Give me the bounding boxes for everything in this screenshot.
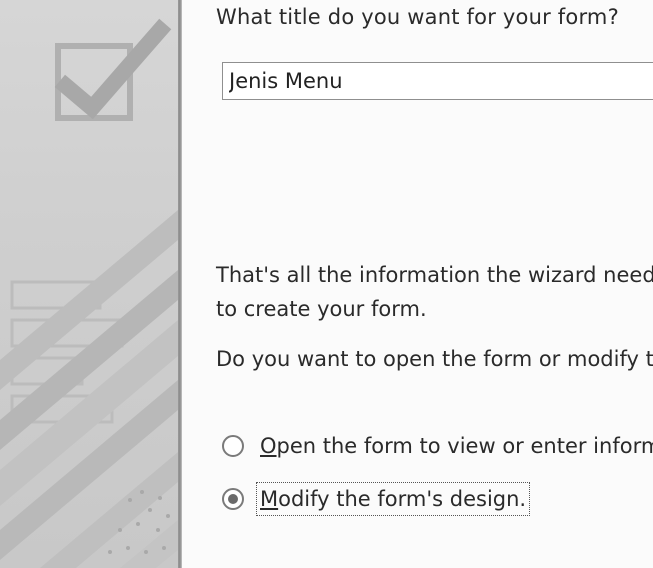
diagonal-stripes-decoration — [0, 210, 178, 568]
modify-design-option[interactable]: Modify the form's design. — [222, 482, 531, 516]
wizard-side-graphic — [0, 18, 178, 568]
open-form-label[interactable]: Open the form to view or enter informati… — [258, 431, 653, 461]
open-form-option[interactable]: Open the form to view or enter informati… — [222, 431, 653, 461]
modify-design-radio[interactable] — [222, 488, 244, 510]
form-wizard-window: What title do you want for your form? Th… — [0, 0, 653, 568]
wizard-side-panel — [0, 0, 178, 568]
wizard-content: What title do you want for your form? Th… — [182, 0, 653, 568]
open-form-radio[interactable] — [222, 435, 244, 457]
title-prompt: What title do you want for your form? — [216, 5, 619, 29]
modify-design-label[interactable]: Modify the form's design. — [255, 482, 531, 516]
form-title-input[interactable] — [222, 62, 653, 100]
modify-design-accel: M — [260, 487, 279, 511]
info-text: That's all the information the wizard ne… — [216, 263, 653, 321]
open-form-label-rest: pen the form to view or enter informatio… — [276, 434, 653, 458]
open-or-modify-prompt: Do you want to open the form or modify t… — [216, 347, 653, 371]
checkmark-box-icon — [54, 18, 172, 121]
open-form-accel: O — [260, 434, 277, 458]
modify-design-label-rest: odify the form's design. — [278, 487, 527, 511]
